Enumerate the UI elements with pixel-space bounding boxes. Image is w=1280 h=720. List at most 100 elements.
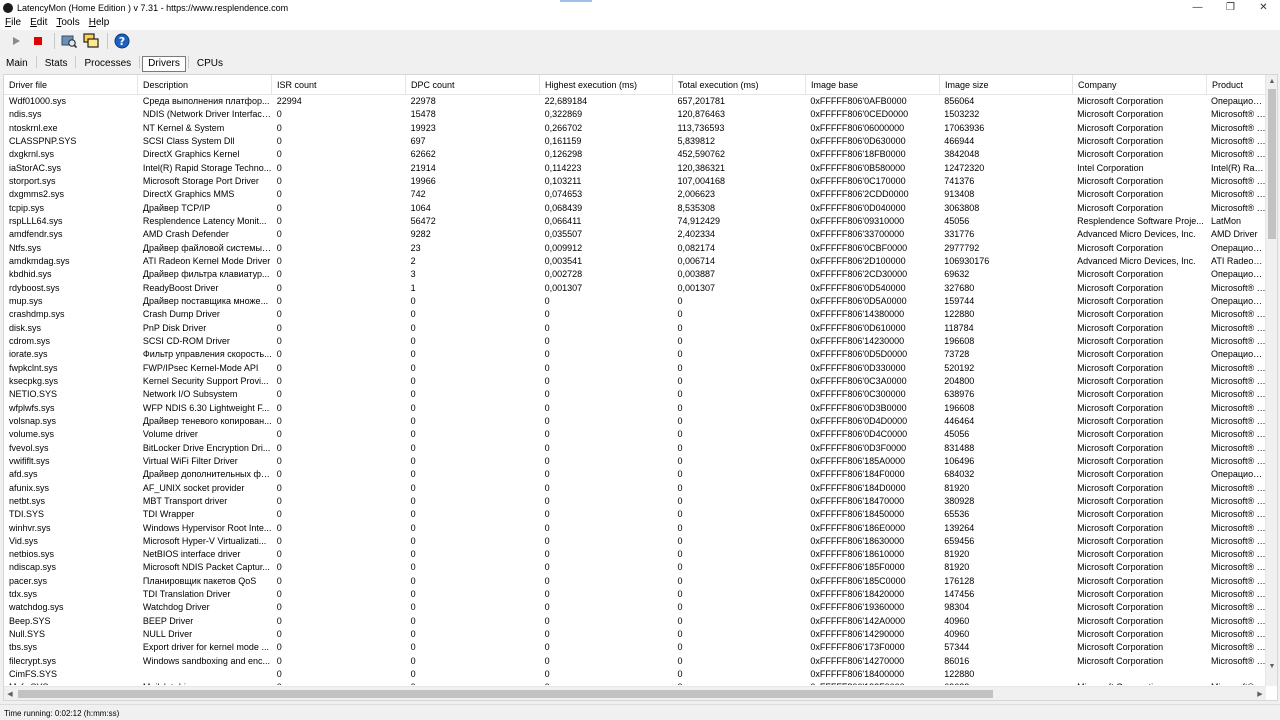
table-row[interactable]: rdyboost.sys ReadyBoost Driver 0 1 0,001307 0… — [4, 282, 1266, 295]
tab-cpus[interactable]: CPUs — [191, 56, 229, 72]
start-button[interactable] — [6, 31, 26, 51]
scroll-up-icon[interactable]: ▲ — [1266, 75, 1277, 87]
col-isr-count-header[interactable]: ISR count — [272, 75, 406, 94]
table-row[interactable]: NETIO.SYS Network I/O Subsystem 0 0 0 0 0xFFFF… — [4, 388, 1266, 401]
maximize-button[interactable]: ❐ — [1214, 0, 1247, 15]
col-driver-file-cell: afd.sys — [9, 469, 38, 480]
col-image-size-header[interactable]: Image size — [940, 75, 1073, 94]
col-company-cell: Microsoft Corporation — [1077, 282, 1164, 293]
tab-processes[interactable]: Processes — [78, 56, 137, 72]
table-row[interactable]: iorate.sys Фильтр управления скорость... 0… — [4, 348, 1266, 361]
table-row[interactable]: cdrom.sys SCSI CD-ROM Driver 0 0 0 0 0xFFFFF80… — [4, 335, 1266, 348]
table-row[interactable]: tbs.sys Export driver for kernel mode ...… — [4, 641, 1266, 654]
table-row[interactable]: ntoskrnl.exe NT Kernel & System 0 19923 0,26… — [4, 122, 1266, 135]
table-row[interactable]: vwififlt.sys Virtual WiFi Filter Driver 0 0… — [4, 455, 1266, 468]
col-company-header[interactable]: Company — [1073, 75, 1207, 94]
stop-button[interactable] — [28, 31, 48, 51]
col-image-size-cell: 176128 — [944, 575, 975, 586]
table-row[interactable]: netbt.sys MBT Transport driver 0 0 0 0 0xFFFFF… — [4, 495, 1266, 508]
table-row[interactable]: volsnap.sys Драйвер теневого копирован...… — [4, 415, 1266, 428]
col-total-execution-cell: 0 — [677, 602, 683, 613]
tab-drivers[interactable]: Drivers — [142, 56, 186, 72]
col-description-cell: DirectX Graphics Kernel — [142, 149, 240, 160]
table-row[interactable]: disk.sys PnP Disk Driver 0 0 0 0 0xFFFFF806'0D… — [4, 322, 1266, 335]
table-row[interactable]: TDI.SYS TDI Wrapper 0 0 0 0 0xFFFFF806'1845000… — [4, 508, 1266, 521]
col-company-cell: Microsoft Corporation — [1077, 109, 1164, 120]
col-isr-count-cell: 0 — [276, 375, 282, 386]
col-driver-file-cell: ndis.sys — [9, 109, 42, 120]
table-row[interactable]: volume.sys Volume driver 0 0 0 0 0xFFFFF806'0D… — [4, 428, 1266, 441]
table-row[interactable]: crashdmp.sys Crash Dump Driver 0 0 0 0 0xFFFFF… — [4, 308, 1266, 321]
col-total-execution-header[interactable]: Total execution (ms) — [673, 75, 806, 94]
table-row[interactable]: dxgmms2.sys DirectX Graphics MMS 0 742 0,074… — [4, 188, 1266, 201]
windows-button[interactable] — [81, 31, 101, 51]
col-image-size-cell: 86016 — [944, 655, 970, 666]
tab-stats[interactable]: Stats — [39, 56, 74, 72]
col-dpc-count-header[interactable]: DPC count — [406, 75, 540, 94]
table-row[interactable]: Ntfs.sys Драйвер файловой системы ... 0 23 0… — [4, 242, 1266, 255]
table-row[interactable]: wfplwfs.sys WFP NDIS 6.30 Lightweight F..… — [4, 402, 1266, 415]
table-row[interactable]: afd.sys Драйвер дополнительных фу... 0 0 0 0 0… — [4, 468, 1266, 481]
col-dpc-count-cell: 0 — [410, 429, 416, 440]
tab-main[interactable]: Main — [0, 56, 34, 72]
scroll-down-icon[interactable]: ▼ — [1266, 660, 1277, 672]
table-row[interactable]: amdkmdag.sys ATI Radeon Kernel Mode Drive… — [4, 255, 1266, 268]
menu-help[interactable]: Help — [84, 17, 114, 28]
table-row[interactable]: Null.SYS NULL Driver 0 0 0 0 0xFFFFF806'142900… — [4, 628, 1266, 641]
horizontal-scrollbar[interactable]: ◀ ▶ — [4, 686, 1266, 700]
table-row[interactable]: Vid.sys Microsoft Hyper-V Virtualizati...… — [4, 535, 1266, 548]
table-row[interactable]: winhvr.sys Windows Hypervisor Root Inte..… — [4, 522, 1266, 535]
menu-edit[interactable]: Edit — [25, 17, 51, 28]
driver-search-button[interactable] — [59, 31, 79, 51]
table-row[interactable]: pacer.sys Планировщик пакетов QoS 0 0 0 0 0xFF… — [4, 575, 1266, 588]
horizontal-scroll-thumb[interactable] — [18, 690, 993, 698]
table-row[interactable]: iaStorAC.sys Intel(R) Rapid Storage Techn… — [4, 162, 1266, 175]
minimize-button[interactable]: — — [1181, 0, 1214, 15]
table-row[interactable]: afunix.sys AF_UNIX socket provider 0 0 0 0 0xF… — [4, 482, 1266, 495]
table-row[interactable]: storport.sys Microsoft Storage Port Drive… — [4, 175, 1266, 188]
toolbar-separator — [54, 33, 55, 49]
table-row[interactable]: rspLLL64.sys Resplendence Latency Monit..… — [4, 215, 1266, 228]
close-button[interactable]: ✕ — [1247, 0, 1280, 15]
table-row[interactable]: ksecpkg.sys Kernel Security Support Provi… — [4, 375, 1266, 388]
table-row[interactable]: ndis.sys NDIS (Network Driver Interface..… — [4, 108, 1266, 121]
table-row[interactable]: watchdog.sys Watchdog Driver 0 0 0 0 0xFFFFF80… — [4, 601, 1266, 614]
col-dpc-count-cell: 0 — [410, 322, 416, 333]
table-row[interactable]: Beep.SYS BEEP Driver 0 0 0 0 0xFFFFF806'142A00… — [4, 615, 1266, 628]
scroll-right-icon[interactable]: ▶ — [1254, 688, 1266, 700]
col-image-base-header[interactable]: Image base — [806, 75, 940, 94]
table-row[interactable]: netbios.sys NetBIOS interface driver 0 0 0 0 0… — [4, 548, 1266, 561]
col-image-base-cell: 0xFFFFF806'0CED0000 — [810, 109, 909, 120]
col-image-base-cell: 0xFFFFF806'186E0000 — [810, 522, 906, 533]
col-highest-execution-header[interactable]: Highest execution (ms) — [540, 75, 673, 94]
tab-separator — [35, 56, 37, 68]
table-row[interactable]: CLASSPNP.SYS SCSI Class System Dll 0 697 0,1… — [4, 135, 1266, 148]
table-row[interactable]: tdx.sys TDI Translation Driver 0 0 0 0 0xFFFFF… — [4, 588, 1266, 601]
col-isr-count-cell: 0 — [276, 122, 282, 133]
table-row[interactable]: tcpip.sys Драйвер TCP/IP 0 1064 0,068439 8,53… — [4, 202, 1266, 215]
help-button[interactable]: ? — [112, 31, 132, 51]
col-product-header[interactable]: Product — [1207, 75, 1267, 94]
col-driver-file-header[interactable]: Driver file — [4, 75, 138, 94]
menu-file[interactable]: File — [0, 17, 25, 28]
table-row[interactable]: amdfendr.sys AMD Crash Defender 0 9282 0,035… — [4, 228, 1266, 241]
col-image-size-cell: 380928 — [944, 495, 975, 506]
table-row[interactable]: CimFS.SYS 0 0 0 0 0xFFFFF806'18400000 122880 — [4, 668, 1266, 681]
table-row[interactable]: Wdf01000.sys Среда выполнения платфор... 2… — [4, 95, 1266, 108]
scroll-left-icon[interactable]: ◀ — [4, 688, 16, 700]
table-row[interactable]: fvevol.sys BitLocker Drive Encryption Dri… — [4, 442, 1266, 455]
table-row[interactable]: Msfs.SYSMailslot driver00000xFFFFF806'19… — [4, 681, 1266, 685]
table-row[interactable]: kbdhid.sys Драйвер фильтра клавиатур... 0 3… — [4, 268, 1266, 281]
table-row[interactable]: fwpkclnt.sys FWP/IPsec Kernel-Mode API 0 0 0… — [4, 362, 1266, 375]
table-row[interactable]: dxgkrnl.sys DirectX Graphics Kernel 0 62662… — [4, 148, 1266, 161]
drivers-table[interactable]: Driver file Description ISR count DPC count… — [3, 74, 1278, 701]
table-row[interactable]: mup.sys Драйвер поставщика множе... 0 0 0 0 0x… — [4, 295, 1266, 308]
col-dpc-count-cell: 15478 — [410, 109, 436, 120]
col-image-size-cell: 57344 — [944, 642, 970, 653]
table-row[interactable]: filecrypt.sys Windows sandboxing and enc.… — [4, 655, 1266, 668]
vertical-scroll-thumb[interactable] — [1268, 89, 1276, 239]
col-description-header[interactable]: Description — [138, 75, 272, 94]
menu-tools[interactable]: Tools — [51, 17, 83, 28]
vertical-scrollbar[interactable]: ▲ ▼ — [1265, 75, 1277, 686]
table-row[interactable]: ndiscap.sys Microsoft NDIS Packet Captur.… — [4, 561, 1266, 574]
